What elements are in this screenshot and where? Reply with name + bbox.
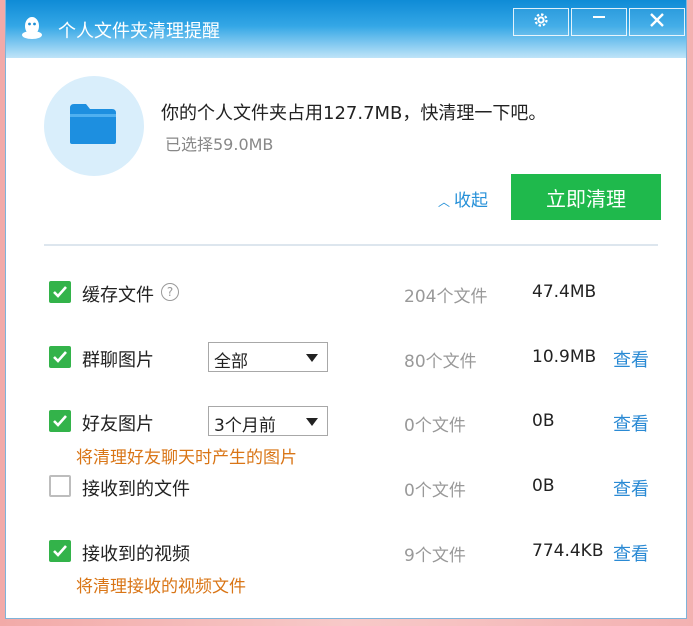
list-item-received-files: 接收到的文件 0个文件 0B 查看	[6, 470, 686, 504]
received-files-count: 0个文件	[404, 481, 466, 501]
settings-button[interactable]	[513, 8, 569, 36]
cleanup-dialog: 个人文件夹清理提醒 你的个人文件夹占用127.7MB，快清理一下吧。 已选择59…	[6, 0, 686, 618]
close-icon	[648, 10, 666, 34]
cache-size: 47.4MB	[532, 282, 597, 302]
friend-images-checkbox[interactable]	[49, 410, 71, 432]
cache-count: 204个文件	[404, 287, 488, 307]
collapse-link[interactable]: ︿ 收起	[438, 186, 488, 211]
chevron-down-icon	[306, 354, 318, 362]
group-images-label: 群聊图片	[82, 350, 154, 371]
cache-label: 缓存文件	[82, 285, 154, 306]
window-title: 个人文件夹清理提醒	[58, 21, 220, 42]
received-videos-note: 将清理接收的视频文件	[76, 577, 246, 597]
selected-size: 已选择59.0MB	[165, 135, 274, 154]
list-item-friend-images: 好友图片 3个月前 0个文件 0B 查看	[6, 405, 686, 439]
received-videos-count: 9个文件	[404, 546, 466, 566]
friend-images-filter-select[interactable]: 3个月前	[208, 406, 328, 436]
group-images-view-link[interactable]: 查看	[613, 346, 649, 372]
gear-icon	[532, 10, 550, 34]
friend-images-view-link[interactable]: 查看	[613, 410, 649, 436]
group-images-filter-select[interactable]: 全部	[208, 342, 328, 372]
checkmark-icon	[53, 351, 67, 363]
cache-checkbox[interactable]	[49, 281, 71, 303]
list-item-group-images: 群聊图片 全部 80个文件 10.9MB 查看	[6, 341, 686, 375]
title-bar[interactable]: 个人文件夹清理提醒	[6, 0, 686, 58]
list-item-received-videos: 接收到的视频 9个文件 774.4KB 查看	[6, 535, 686, 569]
chevron-up-icon: ︿	[438, 195, 451, 209]
received-files-label: 接收到的文件	[82, 479, 190, 500]
group-images-filter-value: 全部	[214, 352, 248, 372]
received-videos-view-link[interactable]: 查看	[613, 540, 649, 566]
list-item-cache: 缓存文件 ? 204个文件 47.4MB	[6, 276, 686, 310]
usage-headline: 你的个人文件夹占用127.7MB，快清理一下吧。	[161, 103, 547, 124]
group-images-size: 10.9MB	[532, 347, 597, 367]
received-videos-size: 774.4KB	[532, 541, 604, 561]
friend-images-label: 好友图片	[82, 414, 154, 435]
received-videos-label: 接收到的视频	[82, 544, 190, 565]
group-images-checkbox[interactable]	[49, 346, 71, 368]
close-button[interactable]	[629, 8, 685, 36]
friend-images-filter-value: 3个月前	[214, 416, 276, 436]
chevron-down-icon	[306, 418, 318, 426]
received-files-checkbox[interactable]	[49, 475, 71, 497]
received-files-view-link[interactable]: 查看	[613, 475, 649, 501]
collapse-label: 收起	[454, 191, 489, 211]
checkmark-icon	[53, 415, 67, 427]
group-images-count: 80个文件	[404, 352, 477, 372]
clean-now-button[interactable]: 立即清理	[511, 174, 661, 220]
friend-images-count: 0个文件	[404, 416, 466, 436]
folder-icon	[68, 102, 118, 146]
checkmark-icon	[53, 286, 67, 298]
checkmark-icon	[53, 545, 67, 557]
help-icon[interactable]: ?	[161, 283, 179, 301]
friend-images-size: 0B	[532, 411, 555, 431]
friend-images-note: 将清理好友聊天时产生的图片	[76, 448, 297, 468]
minimize-button[interactable]	[571, 8, 627, 36]
received-videos-checkbox[interactable]	[49, 540, 71, 562]
minimize-icon	[590, 10, 608, 34]
qq-penguin-icon	[20, 16, 44, 40]
divider	[44, 244, 658, 246]
received-files-size: 0B	[532, 476, 555, 496]
